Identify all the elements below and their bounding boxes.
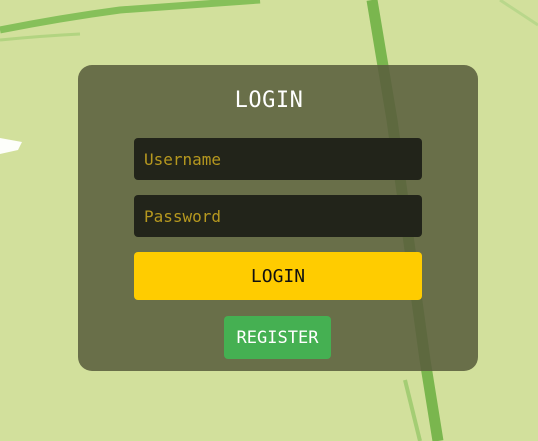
register-button[interactable]: REGISTER [224,316,331,359]
username-input[interactable] [134,138,422,180]
login-title: LOGIN [234,88,304,113]
login-button[interactable]: LOGIN [134,252,422,300]
password-input[interactable] [134,195,422,237]
